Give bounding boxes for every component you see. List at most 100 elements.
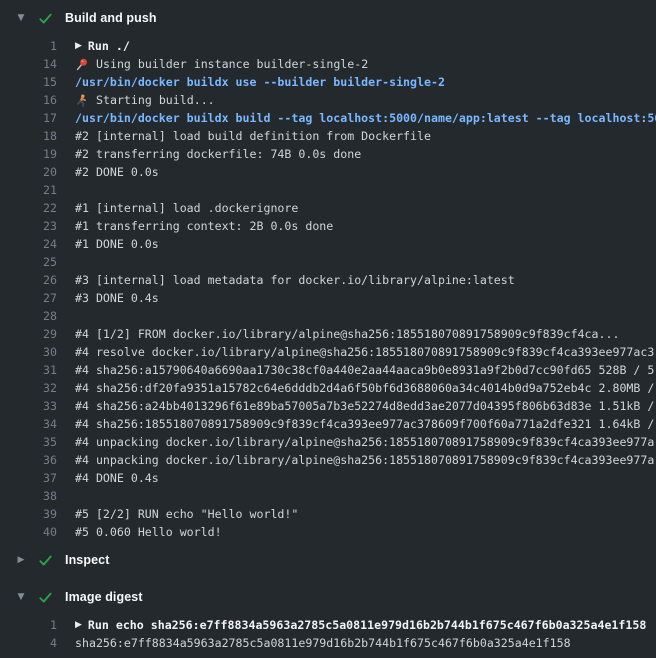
log-line: 40 #5 0.060 Hello world! <box>0 523 656 541</box>
log-line-content: #4 sha256:a24bb4013296f61e89ba57005a7b3e… <box>57 397 654 415</box>
runner-icon <box>75 94 88 107</box>
log-text: #4 resolve docker.io/library/alpine@sha2… <box>75 343 654 361</box>
line-number[interactable]: 27 <box>0 289 57 307</box>
log-block-image-digest: 1 ▶ Run echo sha256:e7ff8834a5963a2785c5a0… <box>0 611 656 657</box>
log-text: Starting build... <box>96 91 215 109</box>
line-number[interactable]: 30 <box>0 343 57 361</box>
line-number[interactable]: 4 <box>0 634 57 652</box>
log-text: #3 DONE 0.4s <box>75 289 159 307</box>
log-line: 21 <box>0 181 656 199</box>
log-line-content: #4 unpacking docker.io/library/alpine@sh… <box>57 433 654 451</box>
line-number[interactable]: 28 <box>0 307 57 325</box>
log-line: 31 #4 sha256:a15790640a6690aa1730c38cf0a4… <box>0 361 656 379</box>
section-header-inspect[interactable]: ▶Inspect <box>0 546 656 574</box>
log-line-content: #2 DONE 0.0s <box>57 163 159 181</box>
log-line-content: #1 [internal] load .dockerignore <box>57 199 298 217</box>
log-text: #4 sha256:185518070891758909c9f839cf4ca3… <box>75 415 654 433</box>
line-number[interactable]: 19 <box>0 145 57 163</box>
log-text: #5 0.060 Hello world! <box>75 523 222 541</box>
log-line: 38 <box>0 487 656 505</box>
expand-caret-icon[interactable]: ▶ <box>75 37 82 55</box>
line-number[interactable]: 39 <box>0 505 57 523</box>
line-number[interactable]: 31 <box>0 361 57 379</box>
log-text: #2 [internal] load build definition from… <box>75 127 431 145</box>
log-line: 39#5 [2/2] RUN echo "Hello world!" <box>0 505 656 523</box>
chevron-right-icon[interactable]: ▶ <box>14 556 28 565</box>
log-line-content: #4 sha256:a15790640a6690aa1730c38cf0a440… <box>57 361 654 379</box>
section-title: Image digest <box>65 590 143 604</box>
log-line: 26#3 [internal] load metadata for docker… <box>0 271 656 289</box>
line-number[interactable]: 36 <box>0 451 57 469</box>
log-text: /usr/bin/docker buildx use --builder bui… <box>75 73 445 91</box>
log-line-content: #4 sha256:df20fa9351a15782c64e6dddb2d4a6… <box>57 379 654 397</box>
log-line-content: #2 [internal] load build definition from… <box>57 127 431 145</box>
line-number[interactable]: 18 <box>0 127 57 145</box>
chevron-down-icon[interactable]: ▼ <box>14 593 28 602</box>
line-number[interactable]: 24 <box>0 235 57 253</box>
log-text: #4 unpacking docker.io/library/alpine@sh… <box>75 433 654 451</box>
log-line-content: #5 0.060 Hello world! <box>57 523 222 541</box>
log-line-content: #4 [1/2] FROM docker.io/library/alpine@s… <box>57 325 619 343</box>
log-text: sha256:e7ff8834a5963a2785c5a0811e979d16b… <box>75 634 571 652</box>
line-number[interactable]: 29 <box>0 325 57 343</box>
log-line-content: sha256:e7ff8834a5963a2785c5a0811e979d16b… <box>57 634 571 652</box>
log-text: #4 unpacking docker.io/library/alpine@sh… <box>75 451 654 469</box>
workflow-log-viewer: ▼Build and push1▶Run ./14Using builder i… <box>0 0 656 658</box>
line-number[interactable]: 26 <box>0 271 57 289</box>
line-number[interactable]: 38 <box>0 487 57 505</box>
log-line-content: /usr/bin/docker buildx use --builder bui… <box>57 73 445 91</box>
log-line-content: Using builder instance builder-single-2 <box>57 55 368 73</box>
log-line: 23 #1 transferring context: 2B 0.0s done <box>0 217 656 235</box>
line-number[interactable]: 34 <box>0 415 57 433</box>
success-check-icon <box>38 553 53 568</box>
line-number[interactable]: 23 <box>0 217 57 235</box>
line-number[interactable]: 35 <box>0 433 57 451</box>
expand-caret-icon[interactable]: ▶ <box>75 616 82 634</box>
log-line-content: #3 DONE 0.4s <box>57 289 159 307</box>
log-text: #2 transferring dockerfile: 74B 0.0s don… <box>75 145 361 163</box>
log-line-content: #5 [2/2] RUN echo "Hello world!" <box>57 505 298 523</box>
log-text: #1 transferring context: 2B 0.0s done <box>75 217 333 235</box>
log-line-content: #3 [internal] load metadata for docker.i… <box>57 271 515 289</box>
section-image-digest: ▼ Image digest 1 ▶ Run echo sha256:e7ff8834a… <box>0 583 656 657</box>
log-text: #4 DONE 0.4s <box>75 469 159 487</box>
line-number[interactable]: 21 <box>0 181 57 199</box>
log-block-build-and-push: 1▶Run ./14Using builder instance builder… <box>0 32 656 546</box>
log-text: #4 [1/2] FROM docker.io/library/alpine@s… <box>75 325 619 343</box>
chevron-down-icon[interactable]: ▼ <box>14 14 28 23</box>
log-line-content: ▶ Run echo sha256:e7ff8834a5963a2785c5a08… <box>57 616 646 634</box>
log-line: 19 #2 transferring dockerfile: 74B 0.0s d… <box>0 145 656 163</box>
log-text: #4 sha256:a15790640a6690aa1730c38cf0a440… <box>75 361 654 379</box>
log-line: 27 #3 DONE 0.4s <box>0 289 656 307</box>
line-number[interactable]: 1 <box>0 616 57 634</box>
log-line: 14 Using builder instance builder-single-… <box>0 55 656 73</box>
line-number[interactable]: 32 <box>0 379 57 397</box>
line-number[interactable]: 20 <box>0 163 57 181</box>
success-check-icon <box>38 11 53 26</box>
log-line-content: #4 resolve docker.io/library/alpine@sha2… <box>57 343 654 361</box>
line-number[interactable]: 33 <box>0 397 57 415</box>
line-number[interactable]: 40 <box>0 523 57 541</box>
log-line: 34 #4 sha256:185518070891758909c9f839cf4c… <box>0 415 656 433</box>
line-number[interactable]: 22 <box>0 199 57 217</box>
log-line-content: Starting build... <box>57 91 215 109</box>
log-line: 15/usr/bin/docker buildx use --builder b… <box>0 73 656 91</box>
line-number[interactable]: 17 <box>0 109 57 127</box>
log-text: #2 DONE 0.0s <box>75 163 159 181</box>
section-header-build-and-push[interactable]: ▼Build and push <box>0 4 656 32</box>
log-text: Run echo sha256:e7ff8834a5963a2785c5a081… <box>88 616 646 634</box>
line-number[interactable]: 1 <box>0 37 57 55</box>
line-number[interactable]: 37 <box>0 469 57 487</box>
log-line: 1▶Run ./ <box>0 37 656 55</box>
log-text: /usr/bin/docker buildx build --tag local… <box>75 109 656 127</box>
success-check-icon <box>38 590 53 605</box>
log-line: 24#1 DONE 0.0s <box>0 235 656 253</box>
log-text: Using builder instance builder-single-2 <box>96 55 368 73</box>
line-number[interactable]: 16 <box>0 91 57 109</box>
section-header-image-digest[interactable]: ▼ Image digest <box>0 583 656 611</box>
line-number[interactable]: 14 <box>0 55 57 73</box>
line-number[interactable]: 25 <box>0 253 57 271</box>
log-text: #4 sha256:a24bb4013296f61e89ba57005a7b3e… <box>75 397 654 415</box>
log-text: #4 sha256:df20fa9351a15782c64e6dddb2d4a6… <box>75 379 654 397</box>
line-number[interactable]: 15 <box>0 73 57 91</box>
